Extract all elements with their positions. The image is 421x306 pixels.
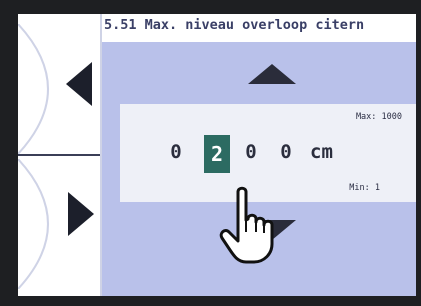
touch-screen: 5.51 Max. niveau overloop citern Max: 10…: [18, 14, 416, 296]
page-title: 5.51 Max. niveau overloop citern: [104, 17, 365, 33]
digit-tens[interactable]: 0: [241, 141, 261, 163]
digit-hundreds-selected[interactable]: 2: [204, 135, 230, 173]
min-label: Min: 1: [349, 183, 380, 193]
digit-units[interactable]: 0: [276, 141, 296, 163]
pointing-hand-icon: [219, 186, 274, 264]
unit-label: cm: [310, 141, 333, 163]
digit-thousands[interactable]: 0: [166, 141, 186, 163]
triangle-left-icon: [66, 62, 92, 106]
arrow-up-icon[interactable]: [248, 64, 296, 84]
max-label: Max: 1000: [355, 112, 402, 122]
next-button[interactable]: [18, 156, 100, 296]
navigation-column: [18, 14, 102, 296]
previous-button[interactable]: [18, 14, 100, 154]
triangle-right-icon: [68, 192, 94, 236]
